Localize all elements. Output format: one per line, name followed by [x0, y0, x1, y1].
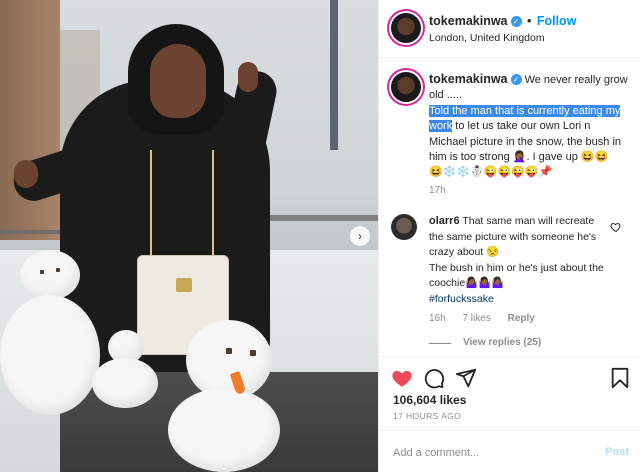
- caption-emoji-line: 😆❄️❄️☃️😜😜😜😜📌: [429, 166, 553, 179]
- caption-avatar[interactable]: [391, 72, 421, 102]
- post-photo[interactable]: ›: [0, 0, 378, 472]
- comment-time[interactable]: 16h: [429, 313, 446, 324]
- comment: olarr6 That same man will recreate the s…: [429, 214, 604, 308]
- commenter-username[interactable]: olarr6: [429, 215, 460, 227]
- post-sidebar: tokemakinwa ✓ • Follow London, United Kin…: [378, 0, 640, 472]
- header-user-line: tokemakinwa ✓ • Follow: [429, 14, 576, 28]
- instagram-post: › tokemakinwa ✓ • Follow London, United K…: [0, 0, 640, 472]
- comment-hashtag[interactable]: #forfuckssake: [429, 293, 494, 305]
- caption-timestamp[interactable]: 17h: [429, 185, 446, 196]
- comment-bar: Post: [379, 430, 640, 472]
- comment-icon[interactable]: [423, 367, 445, 389]
- comment-text-line-2: The bush in him or he's just about the c…: [429, 261, 604, 290]
- view-replies-line: [429, 343, 451, 344]
- left-hand: [14, 160, 38, 188]
- snowman-left-body: [0, 295, 100, 415]
- bag-clasp: [176, 278, 192, 292]
- verified-badge-icon: ✓: [510, 16, 522, 27]
- post-header: tokemakinwa ✓ • Follow London, United Kin…: [379, 0, 640, 58]
- author-username[interactable]: tokemakinwa: [429, 14, 508, 28]
- reply-button[interactable]: Reply: [508, 313, 535, 324]
- caption: tokemakinwa ✓ We never really grow old ..…: [429, 72, 629, 181]
- share-icon[interactable]: [455, 367, 477, 389]
- commenter-avatar[interactable]: [391, 214, 417, 240]
- snowman-eye: [40, 270, 44, 274]
- face: [150, 44, 206, 118]
- comment-input[interactable]: [391, 441, 595, 465]
- chevron-right-icon: ›: [358, 229, 362, 243]
- caption-rest: to let us take our own Lori n Michael pi…: [429, 120, 622, 164]
- comment-likes[interactable]: 7 likes: [462, 313, 490, 324]
- post-time-ago[interactable]: 17 HOURS AGO: [393, 411, 461, 421]
- snowman-right-body: [168, 388, 280, 472]
- bookmark-icon[interactable]: [609, 367, 631, 389]
- verified-badge-icon: ✓: [510, 74, 522, 85]
- snowman-small-body: [92, 358, 158, 408]
- snowman-eye: [226, 348, 232, 354]
- background-tower: [330, 0, 338, 150]
- comment-meta: 16h 7 likes Reply: [429, 313, 549, 324]
- heart-icon[interactable]: [391, 367, 413, 389]
- follow-button[interactable]: Follow: [537, 14, 577, 28]
- caption-username[interactable]: tokemakinwa: [429, 72, 508, 86]
- next-photo-button[interactable]: ›: [350, 226, 370, 246]
- right-hand: [238, 62, 258, 92]
- separator-dot: •: [523, 14, 535, 28]
- likes-count[interactable]: 106,604 likes: [393, 393, 466, 407]
- bag-strap: [150, 150, 214, 260]
- post-location[interactable]: London, United Kingdom: [429, 32, 545, 44]
- author-avatar[interactable]: [391, 13, 421, 43]
- snowman-left-head: [20, 250, 80, 300]
- view-replies-button[interactable]: View replies (25): [463, 337, 541, 348]
- post-comment-button[interactable]: Post: [605, 446, 629, 458]
- snowman-eye: [56, 268, 60, 272]
- comment-like-icon[interactable]: [610, 221, 622, 233]
- snowman-eye: [250, 350, 256, 356]
- background-building: [0, 0, 60, 240]
